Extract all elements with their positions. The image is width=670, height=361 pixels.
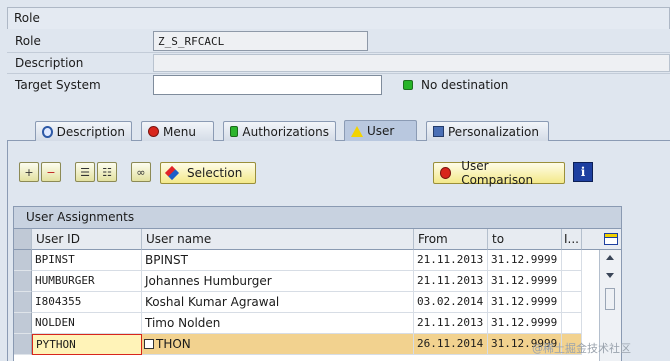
description-field[interactable] <box>153 54 670 72</box>
user-comparison-button[interactable]: User Comparison <box>433 159 565 187</box>
tab-description[interactable]: Description <box>35 121 132 141</box>
selection-button[interactable]: Selection <box>160 162 256 184</box>
from-date-cell[interactable]: 03.02.2014 <box>414 292 488 313</box>
user-id-cell[interactable]: NOLDEN <box>32 313 142 334</box>
column-header-from[interactable]: From <box>414 229 488 250</box>
binoculars-icon: ∞ <box>136 165 146 179</box>
scrollbar-thumb[interactable] <box>605 288 615 310</box>
find-button[interactable]: ∞ <box>131 162 151 182</box>
select-all-icon: ☰ <box>80 165 90 179</box>
column-header-user-name[interactable]: User name <box>142 229 414 250</box>
tab-label: Personalization <box>448 124 539 139</box>
user-assignments-table: User ID User name From to I... BPINST BP… <box>13 228 622 361</box>
indirect-cell <box>562 250 582 271</box>
to-date-cell[interactable]: 31.12.9999 <box>488 313 562 334</box>
role-label: Role <box>15 34 41 48</box>
destination-status: No destination <box>421 78 509 92</box>
user-name-cell: Johannes Humburger <box>142 271 414 292</box>
status-led-icon <box>403 80 413 90</box>
indirect-cell <box>562 271 582 292</box>
personalization-icon <box>433 126 444 137</box>
user-id-cell[interactable]: HUMBURGER <box>32 271 142 292</box>
select-all-rows-handle[interactable] <box>14 229 32 250</box>
from-date-cell[interactable]: 21.11.2013 <box>414 313 488 334</box>
copy-icon[interactable] <box>144 339 154 349</box>
user-name-cell: Koshal Kumar Agrawal <box>142 292 414 313</box>
row-selector[interactable] <box>14 313 32 334</box>
tab-label: Authorizations <box>242 124 329 139</box>
deselect-all-button[interactable]: ☷ <box>97 162 117 182</box>
delete-row-icon: − <box>46 165 56 179</box>
from-date-cell[interactable]: 21.11.2013 <box>414 271 488 292</box>
user-id-cell[interactable]: BPINST <box>32 250 142 271</box>
column-header-indirect[interactable]: I... <box>562 229 582 250</box>
tab-menu[interactable]: Menu <box>141 121 214 141</box>
selection-icon <box>164 165 180 181</box>
user-name-cell: Timo Nolden <box>142 313 414 334</box>
insert-row-button[interactable]: + <box>19 162 39 182</box>
deselect-all-icon: ☷ <box>102 165 112 179</box>
select-all-button[interactable]: ☰ <box>75 162 95 182</box>
selection-label: Selection <box>187 166 243 180</box>
tab-user[interactable]: User <box>344 120 417 141</box>
user-name-cell: THON <box>142 334 414 355</box>
to-date-cell[interactable]: 31.12.9999 <box>488 271 562 292</box>
yellow-triangle-icon <box>351 125 363 137</box>
to-date-cell[interactable]: 31.12.9999 <box>488 250 562 271</box>
insert-row-icon: + <box>24 165 34 179</box>
magnifier-icon <box>42 125 53 138</box>
tab-label: User <box>367 124 395 138</box>
from-date-cell[interactable]: 26.11.2014 <box>414 334 488 355</box>
red-circle-icon <box>440 167 452 179</box>
indirect-cell <box>562 292 582 313</box>
indirect-cell <box>562 313 582 334</box>
row-selector[interactable] <box>14 271 32 292</box>
tab-label: Menu <box>163 124 196 139</box>
table-title: User Assignments <box>13 206 622 228</box>
tab-label: Description <box>56 124 125 139</box>
scroll-up-icon[interactable] <box>606 255 614 260</box>
tab-personalization[interactable]: Personalization <box>426 121 549 141</box>
role-field[interactable]: Z_S_RFCACL <box>153 31 368 51</box>
to-date-cell[interactable]: 31.12.9999 <box>488 292 562 313</box>
target-system-label: Target System <box>15 78 101 92</box>
row-selector[interactable] <box>14 334 32 355</box>
tab-authorizations[interactable]: Authorizations <box>223 121 336 141</box>
role-group-title: Role <box>7 7 670 29</box>
table-settings-icon[interactable] <box>604 233 618 245</box>
column-header-to[interactable]: to <box>488 229 562 250</box>
scroll-down-icon[interactable] <box>606 273 614 278</box>
from-date-cell[interactable]: 21.11.2013 <box>414 250 488 271</box>
delete-row-button[interactable]: − <box>41 162 61 182</box>
user-comparison-label: User Comparison <box>461 159 534 187</box>
row-selector[interactable] <box>14 250 32 271</box>
row-selector[interactable] <box>14 292 32 313</box>
user-name-cell: BPINST <box>142 250 414 271</box>
user-id-input[interactable]: PYTHON <box>32 334 142 355</box>
red-circle-icon <box>148 126 159 137</box>
column-header-user-id[interactable]: User ID <box>32 229 142 250</box>
info-icon: i <box>580 165 586 179</box>
user-name-text: THON <box>156 337 191 351</box>
info-button[interactable]: i <box>573 162 593 182</box>
green-square-icon <box>230 126 239 137</box>
target-system-input[interactable] <box>153 75 382 95</box>
description-label: Description <box>15 56 84 70</box>
user-id-cell[interactable]: I804355 <box>32 292 142 313</box>
watermark: @稀土掘金技术社区 <box>532 342 631 355</box>
